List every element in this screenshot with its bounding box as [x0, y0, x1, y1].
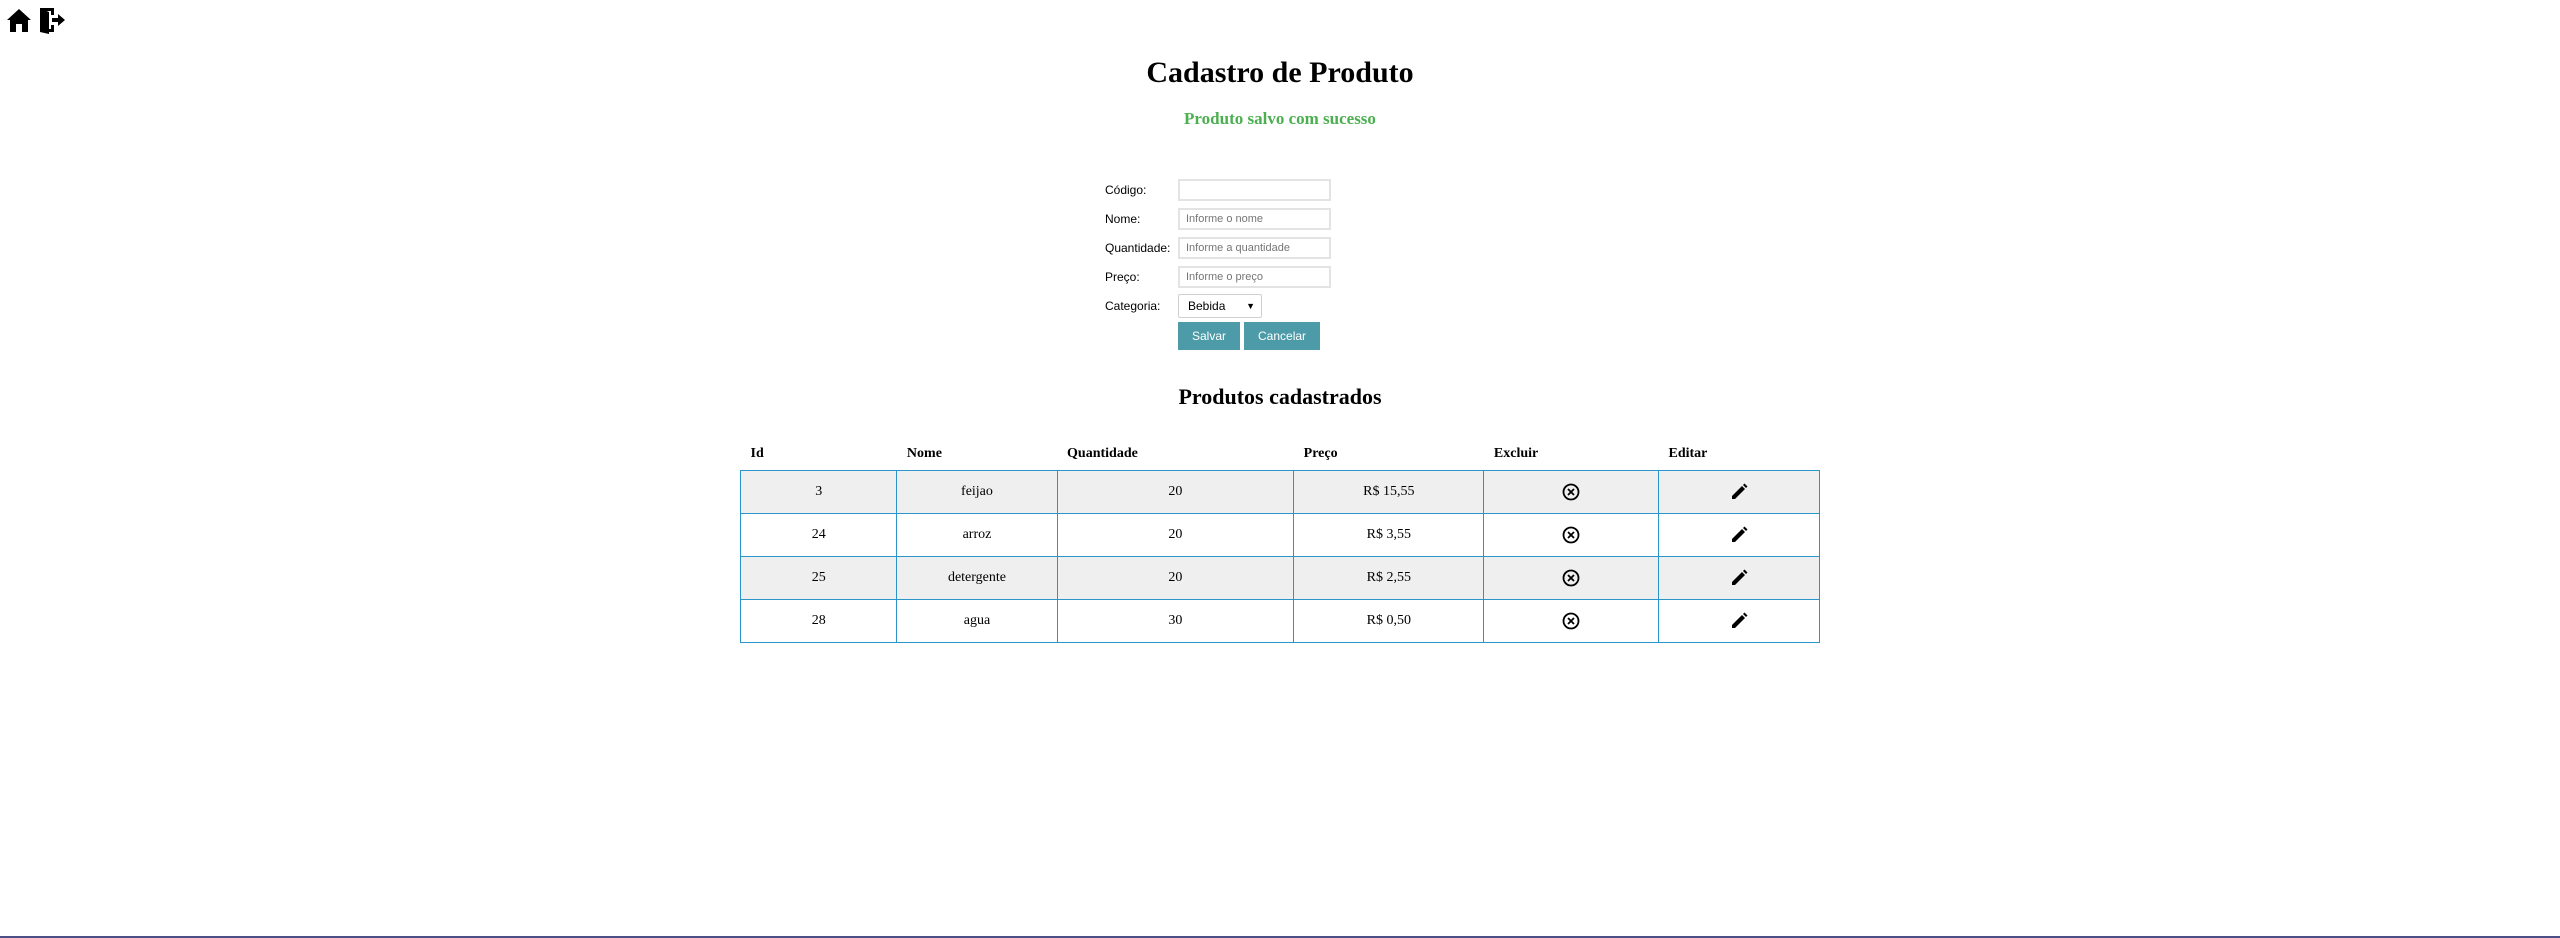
- save-button[interactable]: Salvar: [1178, 322, 1241, 350]
- cell-excluir: [1483, 599, 1659, 643]
- cell-id: 28: [739, 599, 898, 643]
- cell-editar: [1657, 556, 1821, 600]
- close-circle-icon[interactable]: [1561, 482, 1581, 502]
- cell-excluir: [1483, 470, 1659, 514]
- close-circle-icon[interactable]: [1561, 568, 1581, 588]
- close-circle-icon[interactable]: [1561, 611, 1581, 631]
- form-row-preco: Preço:: [1105, 262, 1331, 291]
- cell-preco: R$ 3,55: [1293, 513, 1485, 557]
- cell-preco: R$ 2,55: [1293, 556, 1485, 600]
- close-circle-icon[interactable]: [1561, 525, 1581, 545]
- preco-input[interactable]: [1178, 265, 1331, 288]
- top-nav: [6, 6, 65, 34]
- cell-quantidade: 20: [1056, 513, 1295, 557]
- table-row: 25 detergente 20 R$ 2,55: [739, 556, 1821, 600]
- cell-editar: [1657, 470, 1821, 514]
- cell-excluir: [1483, 556, 1659, 600]
- pencil-icon[interactable]: [1729, 568, 1749, 588]
- cell-quantidade: 30: [1056, 599, 1295, 643]
- column-header-excluir: Excluir: [1493, 446, 1539, 461]
- pencil-icon[interactable]: [1729, 525, 1749, 545]
- cell-id: 25: [739, 556, 898, 600]
- cell-nome: detergente: [896, 556, 1058, 600]
- quantidade-input[interactable]: [1178, 236, 1331, 259]
- cell-nome: agua: [896, 599, 1058, 643]
- cell-quantidade: 20: [1056, 556, 1295, 600]
- chevron-down-icon: ▼: [1246, 300, 1255, 311]
- table-header-row: Id Nome Quantidade Preço Excluir Editar: [741, 438, 1820, 471]
- table-row: 28 agua 30 R$ 0,50: [739, 599, 1821, 643]
- quantidade-label: Quantidade:: [1105, 240, 1171, 255]
- form-row-quantidade: Quantidade:: [1105, 233, 1331, 262]
- cell-nome: feijao: [896, 470, 1058, 514]
- nome-label: Nome:: [1105, 211, 1141, 226]
- codigo-input[interactable]: [1178, 178, 1331, 201]
- column-header-quantidade: Quantidade: [1067, 446, 1138, 461]
- success-message: Produto salvo com sucesso: [1184, 109, 1376, 128]
- table-row: 24 arroz 20 R$ 3,55: [739, 513, 1821, 557]
- form-actions: Salvar Cancelar: [1178, 322, 1331, 350]
- products-list-title: Produtos cadastrados: [1178, 384, 1382, 409]
- cell-excluir: [1483, 513, 1659, 557]
- categoria-select[interactable]: Bebida ▼: [1178, 293, 1262, 318]
- products-table: Id Nome Quantidade Preço Excluir Editar …: [739, 438, 1821, 643]
- cell-id: 24: [739, 513, 898, 557]
- cell-editar: [1657, 513, 1821, 557]
- categoria-label: Categoria:: [1105, 298, 1161, 313]
- table-row: 3 feijao 20 R$ 15,55: [739, 470, 1821, 514]
- categoria-selected-value: Bebida: [1188, 298, 1226, 313]
- page-title: Cadastro de Produto: [1146, 56, 1414, 89]
- cancel-button[interactable]: Cancelar: [1244, 322, 1321, 350]
- codigo-label: Código:: [1105, 182, 1147, 197]
- column-header-editar: Editar: [1668, 446, 1708, 461]
- column-header-id: Id: [750, 446, 764, 461]
- preco-label: Preço:: [1105, 269, 1140, 284]
- cell-id: 3: [739, 470, 898, 514]
- form-row-categoria: Categoria: Bebida ▼: [1105, 291, 1331, 320]
- column-header-nome: Nome: [906, 446, 942, 461]
- logout-icon[interactable]: [38, 6, 65, 34]
- home-icon[interactable]: [6, 6, 32, 34]
- cell-preco: R$ 0,50: [1293, 599, 1485, 643]
- nome-input[interactable]: [1178, 207, 1331, 230]
- cell-editar: [1657, 599, 1821, 643]
- pencil-icon[interactable]: [1729, 611, 1749, 631]
- form-row-nome: Nome:: [1105, 204, 1331, 233]
- form-row-codigo: Código:: [1105, 175, 1331, 204]
- cell-preco: R$ 15,55: [1293, 470, 1485, 514]
- cell-nome: arroz: [896, 513, 1058, 557]
- cell-quantidade: 20: [1056, 470, 1295, 514]
- column-header-preco: Preço: [1303, 446, 1338, 461]
- product-form: Código: Nome: Quantidade: Preço: Categor…: [1105, 175, 1331, 350]
- pencil-icon[interactable]: [1729, 482, 1749, 502]
